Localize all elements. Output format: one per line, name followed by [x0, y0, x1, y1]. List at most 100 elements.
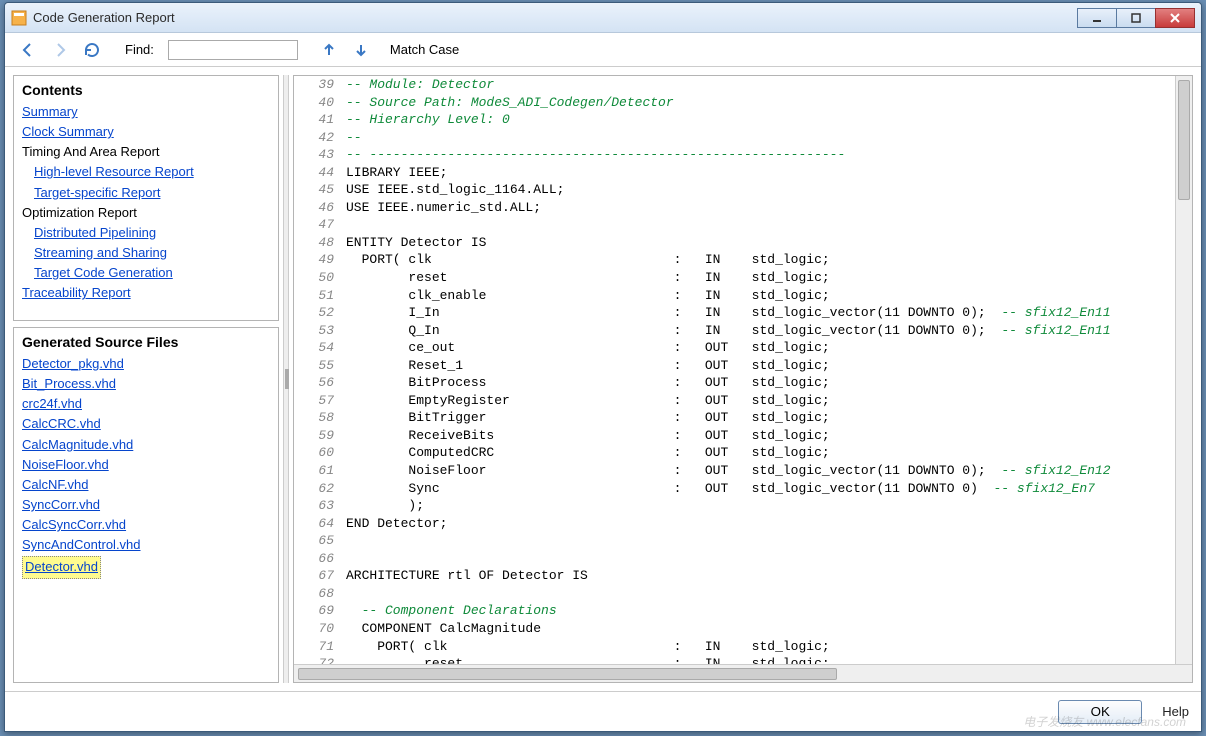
source-file-link[interactable]: Detector.vhd — [22, 556, 101, 578]
code-text[interactable]: -- — [346, 129, 1192, 147]
horizontal-scrollbar[interactable] — [294, 664, 1192, 682]
contents-item: Optimization Report — [22, 203, 270, 223]
minimize-button[interactable] — [1077, 8, 1117, 28]
code-text[interactable]: USE IEEE.std_logic_1164.ALL; — [346, 181, 1192, 199]
code-line: 57 EmptyRegister : OUT std_logic; — [294, 392, 1192, 410]
code-text[interactable]: END Detector; — [346, 515, 1192, 533]
vertical-scrollbar[interactable] — [1175, 76, 1192, 664]
files-heading: Generated Source Files — [22, 334, 270, 350]
source-file-link[interactable]: CalcCRC.vhd — [22, 414, 270, 434]
refresh-icon[interactable] — [81, 39, 103, 61]
code-text[interactable]: clk_enable : IN std_logic; — [346, 287, 1192, 305]
vscroll-thumb[interactable] — [1178, 80, 1190, 200]
code-text[interactable] — [346, 532, 1192, 550]
code-text[interactable]: reset : IN std_logic; — [346, 655, 1192, 664]
code-text[interactable]: -- Component Declarations — [346, 602, 1192, 620]
forward-icon[interactable] — [49, 39, 71, 61]
code-line: 71 PORT( clk : IN std_logic; — [294, 638, 1192, 656]
code-text[interactable]: ARCHITECTURE rtl OF Detector IS — [346, 567, 1192, 585]
vertical-splitter[interactable] — [283, 75, 289, 683]
app-icon — [11, 10, 27, 26]
code-text[interactable] — [346, 550, 1192, 568]
source-file-link[interactable]: Detector_pkg.vhd — [22, 354, 270, 374]
code-text[interactable]: ); — [346, 497, 1192, 515]
line-number: 62 — [294, 480, 346, 498]
contents-item[interactable]: Summary — [22, 102, 270, 122]
code-text[interactable]: BitProcess : OUT std_logic; — [346, 374, 1192, 392]
line-number: 72 — [294, 655, 346, 664]
back-icon[interactable] — [17, 39, 39, 61]
source-file-link[interactable]: CalcSyncCorr.vhd — [22, 515, 270, 535]
line-number: 41 — [294, 111, 346, 129]
code-text[interactable]: ReceiveBits : OUT std_logic; — [346, 427, 1192, 445]
code-scroll[interactable]: 39-- Module: Detector40-- Source Path: M… — [294, 76, 1192, 664]
source-file-link[interactable]: CalcMagnitude.vhd — [22, 435, 270, 455]
code-text[interactable]: Sync : OUT std_logic_vector(11 DOWNTO 0)… — [346, 480, 1192, 498]
code-text[interactable]: EmptyRegister : OUT std_logic; — [346, 392, 1192, 410]
maximize-button[interactable] — [1116, 8, 1156, 28]
help-link[interactable]: Help — [1162, 704, 1189, 719]
code-line: 47 — [294, 216, 1192, 234]
code-text[interactable] — [346, 585, 1192, 603]
code-text[interactable]: BitTrigger : OUT std_logic; — [346, 409, 1192, 427]
code-line: 55 Reset_1 : OUT std_logic; — [294, 357, 1192, 375]
find-next-icon[interactable] — [350, 39, 372, 61]
content-area: Contents SummaryClock SummaryTiming And … — [5, 67, 1201, 691]
code-line: 67ARCHITECTURE rtl OF Detector IS — [294, 567, 1192, 585]
find-input[interactable] — [168, 40, 298, 60]
code-text[interactable]: LIBRARY IEEE; — [346, 164, 1192, 182]
code-text[interactable]: ce_out : OUT std_logic; — [346, 339, 1192, 357]
line-number: 51 — [294, 287, 346, 305]
code-text[interactable] — [346, 216, 1192, 234]
code-text[interactable]: ComputedCRC : OUT std_logic; — [346, 444, 1192, 462]
hscroll-thumb[interactable] — [298, 668, 837, 680]
find-prev-icon[interactable] — [318, 39, 340, 61]
code-text[interactable]: -- Source Path: ModeS_ADI_Codegen/Detect… — [346, 94, 1192, 112]
contents-panel: Contents SummaryClock SummaryTiming And … — [13, 75, 279, 321]
contents-item[interactable]: High-level Resource Report — [22, 162, 270, 182]
code-text[interactable]: reset : IN std_logic; — [346, 269, 1192, 287]
code-text[interactable]: I_In : IN std_logic_vector(11 DOWNTO 0);… — [346, 304, 1192, 322]
code-text[interactable]: USE IEEE.numeric_std.ALL; — [346, 199, 1192, 217]
code-line: 45USE IEEE.std_logic_1164.ALL; — [294, 181, 1192, 199]
code-text[interactable]: COMPONENT CalcMagnitude — [346, 620, 1192, 638]
code-text[interactable]: -- Module: Detector — [346, 76, 1192, 94]
code-text[interactable]: ENTITY Detector IS — [346, 234, 1192, 252]
code-line: 46USE IEEE.numeric_std.ALL; — [294, 199, 1192, 217]
close-button[interactable] — [1155, 8, 1195, 28]
contents-item[interactable]: Clock Summary — [22, 122, 270, 142]
line-number: 53 — [294, 322, 346, 340]
contents-item: Timing And Area Report — [22, 142, 270, 162]
source-file-link[interactable]: CalcNF.vhd — [22, 475, 270, 495]
contents-item[interactable]: Streaming and Sharing — [22, 243, 270, 263]
code-line: 62 Sync : OUT std_logic_vector(11 DOWNTO… — [294, 480, 1192, 498]
left-column: Contents SummaryClock SummaryTiming And … — [13, 75, 279, 683]
code-line: 50 reset : IN std_logic; — [294, 269, 1192, 287]
source-file-link[interactable]: crc24f.vhd — [22, 394, 270, 414]
code-text[interactable]: Reset_1 : OUT std_logic; — [346, 357, 1192, 375]
code-text[interactable]: PORT( clk : IN std_logic; — [346, 638, 1192, 656]
source-file-link[interactable]: Bit_Process.vhd — [22, 374, 270, 394]
code-text[interactable]: PORT( clk : IN std_logic; — [346, 251, 1192, 269]
source-file-link[interactable]: NoiseFloor.vhd — [22, 455, 270, 475]
match-case-label[interactable]: Match Case — [390, 42, 459, 57]
contents-item[interactable]: Distributed Pipelining — [22, 223, 270, 243]
line-number: 58 — [294, 409, 346, 427]
line-number: 70 — [294, 620, 346, 638]
code-text[interactable]: Q_In : IN std_logic_vector(11 DOWNTO 0);… — [346, 322, 1192, 340]
code-text[interactable]: NoiseFloor : OUT std_logic_vector(11 DOW… — [346, 462, 1192, 480]
title-bar[interactable]: Code Generation Report — [5, 3, 1201, 33]
source-file-link[interactable]: SyncAndControl.vhd — [22, 535, 270, 555]
source-file-link[interactable]: SyncCorr.vhd — [22, 495, 270, 515]
line-number: 45 — [294, 181, 346, 199]
code-line: 48ENTITY Detector IS — [294, 234, 1192, 252]
ok-button[interactable]: OK — [1058, 700, 1142, 724]
contents-item[interactable]: Traceability Report — [22, 283, 270, 303]
contents-item[interactable]: Target Code Generation — [22, 263, 270, 283]
code-text[interactable]: -- Hierarchy Level: 0 — [346, 111, 1192, 129]
line-number: 71 — [294, 638, 346, 656]
line-number: 55 — [294, 357, 346, 375]
line-number: 46 — [294, 199, 346, 217]
code-text[interactable]: -- -------------------------------------… — [346, 146, 1192, 164]
contents-item[interactable]: Target-specific Report — [22, 183, 270, 203]
